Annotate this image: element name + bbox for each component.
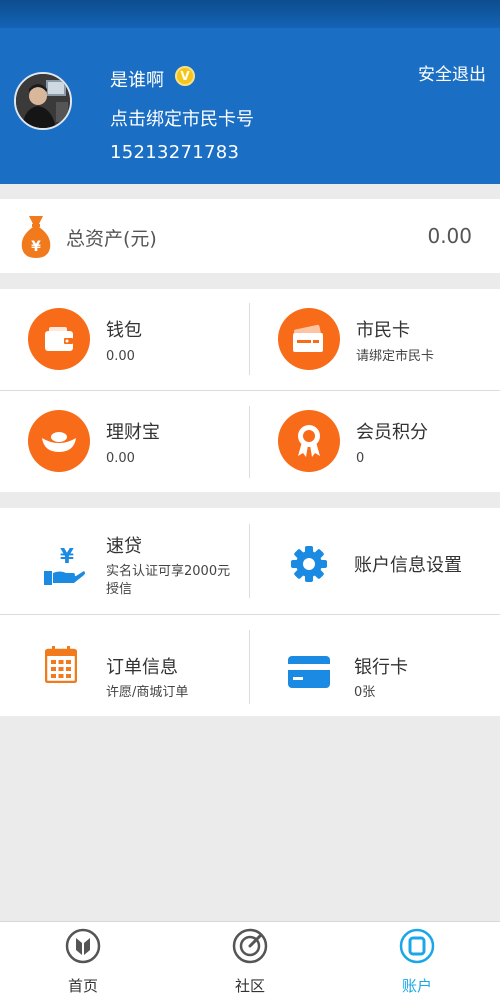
svg-text:¥: ¥: [31, 239, 41, 255]
bind-card-link[interactable]: 点击绑定市民卡号: [110, 105, 254, 131]
member-points-value: 0: [356, 451, 365, 466]
phone-number: 15213271783: [110, 142, 240, 163]
bottom-tab-bar: 首页 社区 账户: [0, 921, 500, 1001]
wealth-item[interactable]: 理财宝 0.00: [0, 391, 250, 491]
tab-community[interactable]: 社区: [167, 922, 333, 1001]
quick-loan-item[interactable]: ¥ 速贷 实名认证可享2000元授信: [0, 508, 250, 614]
member-points-title: 会员积分: [356, 422, 428, 443]
wealth-title: 理财宝: [106, 422, 160, 443]
money-bag-icon: ¥: [21, 216, 51, 258]
community-radar-icon: [232, 928, 268, 964]
total-assets-row[interactable]: ¥ 总资产(元) 0.00: [0, 199, 500, 273]
account-settings-item[interactable]: 账户信息设置: [250, 508, 500, 614]
medal-icon: [278, 410, 340, 472]
profile-header: 是谁啊 V 点击绑定市民卡号 15213271783 安全退出: [0, 28, 500, 184]
quick-loan-title: 速贷: [106, 536, 142, 557]
vip-badge-icon: V: [175, 66, 195, 86]
wallet-title: 钱包: [106, 320, 142, 341]
wallet-balance: 0.00: [106, 349, 135, 364]
wallet-icon: [28, 308, 90, 370]
home-logo-icon: [65, 928, 101, 964]
tab-account[interactable]: 账户: [334, 922, 500, 1001]
tab-home[interactable]: 首页: [0, 922, 166, 1001]
accounts-grid: 钱包 0.00 市民卡 请绑定市民卡 理财宝 0.00 会员积分 0: [0, 289, 500, 492]
loan-hand-yen-icon: ¥: [44, 544, 85, 585]
username: 是谁啊: [110, 70, 164, 91]
gear-icon: [291, 546, 327, 582]
citizen-card-icon: [278, 308, 340, 370]
wealth-balance: 0.00: [106, 451, 135, 466]
calendar-icon: [45, 646, 77, 683]
orders-item[interactable]: 订单信息 许愿/商城订单: [0, 615, 250, 715]
citizen-card-status: 请绑定市民卡: [356, 349, 435, 364]
citizen-card-item[interactable]: 市民卡 请绑定市民卡: [250, 289, 500, 389]
total-assets-value: 0.00: [427, 224, 472, 248]
member-points-item[interactable]: 会员积分 0: [250, 391, 500, 491]
bank-card-count: 0张: [354, 685, 376, 700]
status-bar: [0, 0, 500, 28]
account-icon: [399, 928, 435, 964]
bank-card-item[interactable]: 银行卡 0张: [250, 615, 500, 715]
bank-card-icon: [288, 656, 330, 688]
services-grid: ¥ 速贷 实名认证可享2000元授信 账户信息设置 订单信息 许愿/商城订单 银…: [0, 508, 500, 716]
svg-text:¥: ¥: [60, 544, 74, 568]
orders-desc: 许愿/商城订单: [106, 685, 189, 700]
citizen-card-title: 市民卡: [356, 320, 410, 341]
quick-loan-desc: 实名认证可享2000元授信: [106, 564, 231, 597]
account-settings-title: 账户信息设置: [354, 555, 462, 576]
total-assets-label: 总资产(元): [66, 228, 157, 250]
tab-community-label: 社区: [234, 977, 265, 995]
tab-home-label: 首页: [67, 977, 98, 995]
logout-button[interactable]: 安全退出: [418, 60, 486, 85]
avatar[interactable]: [14, 72, 72, 130]
wallet-item[interactable]: 钱包 0.00: [0, 289, 250, 389]
ingot-icon: [28, 410, 90, 472]
orders-title: 订单信息: [106, 657, 178, 678]
bank-card-title: 银行卡: [354, 657, 408, 678]
tab-account-label: 账户: [401, 977, 432, 995]
